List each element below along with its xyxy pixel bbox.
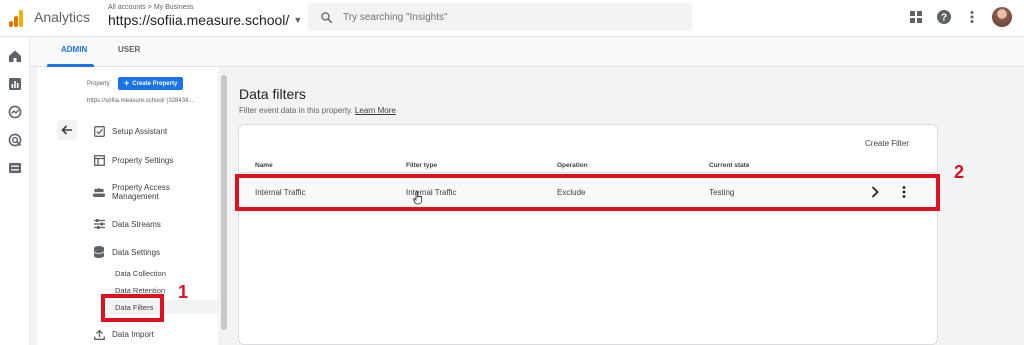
breadcrumb-business[interactable]: My Business: [154, 4, 194, 11]
caret-down-icon: ▼: [293, 15, 303, 25]
create-property-label: Create Property: [132, 80, 178, 87]
tab-user[interactable]: USER: [118, 45, 140, 54]
breadcrumb-account[interactable]: All accounts: [108, 4, 146, 11]
column-header-operation: Operation: [557, 162, 588, 169]
tab-admin[interactable]: ADMIN: [61, 45, 87, 54]
nav-label: Setup Assistant: [112, 126, 168, 136]
database-icon: [93, 246, 105, 258]
page-title: Data filters: [239, 86, 306, 102]
left-nav-rail: [0, 37, 30, 345]
nav-label: Data Settings: [112, 247, 161, 257]
nav-label: Data Import: [112, 329, 154, 339]
table-divider: [239, 172, 937, 173]
header-actions: ?: [908, 7, 1012, 27]
learn-more-link[interactable]: Learn More: [355, 106, 396, 115]
property-switcher[interactable]: https://sofiia.measure.school/ ▼: [108, 12, 302, 28]
nav-setup-assistant[interactable]: Setup Assistant: [93, 125, 167, 137]
home-icon[interactable]: [8, 49, 22, 63]
page-subtitle: Filter event data in this property. Lear…: [239, 106, 396, 115]
highlight-box-data-filters: [101, 294, 164, 322]
more-vert-icon[interactable]: [964, 9, 980, 25]
breadcrumb-separator: >: [147, 4, 152, 11]
nav-label: Property Access Management: [112, 183, 170, 201]
analytics-logo-icon[interactable]: [9, 9, 23, 27]
apps-icon[interactable]: [908, 9, 924, 25]
column-header-filter-type: Filter type: [406, 162, 438, 169]
property-switcher-label: https://sofiia.measure.school/: [108, 12, 290, 28]
checkbox-icon: [93, 125, 105, 137]
highlight-box-filter-row: [235, 174, 940, 211]
annotation-marker-2: 2: [954, 162, 965, 182]
property-label: Property: [87, 81, 110, 87]
admin-tabs: ADMIN USER: [30, 37, 1024, 67]
subtitle-text: Filter event data in this property.: [239, 106, 353, 115]
top-app-bar: Analytics All accounts > My Business https…: [0, 0, 1024, 37]
create-filter-button[interactable]: Create Filter: [865, 139, 909, 148]
reports-icon[interactable]: [8, 77, 22, 91]
data-filters-card: [238, 124, 938, 345]
app-name: Analytics: [34, 9, 91, 25]
admin-panel-scrollbar[interactable]: [221, 75, 227, 330]
avatar[interactable]: [992, 7, 1012, 27]
configure-icon[interactable]: [8, 161, 22, 175]
explore-icon[interactable]: [8, 105, 22, 119]
upload-icon: [93, 328, 105, 340]
annotation-marker-1: 1: [178, 282, 189, 302]
nav-label: Property Settings: [112, 155, 174, 165]
search-input[interactable]: [343, 11, 683, 23]
search-bar[interactable]: [308, 3, 692, 31]
nav-data-streams[interactable]: Data Streams: [93, 218, 161, 230]
back-button[interactable]: [57, 120, 77, 140]
nav-data-settings[interactable]: Data Settings: [93, 246, 160, 258]
nav-property-settings[interactable]: Property Settings: [93, 154, 173, 166]
nav-data-import[interactable]: Data Import: [93, 328, 154, 340]
help-icon[interactable]: ?: [936, 9, 952, 25]
advertising-icon[interactable]: [8, 133, 22, 147]
sub-item-data-collection[interactable]: Data Collection: [115, 269, 166, 278]
column-header-current-state: Current state: [709, 162, 750, 169]
arrow-back-icon: [61, 125, 72, 135]
property-url: https://sofiia.measure.school/ (328434..…: [87, 98, 194, 104]
breadcrumb: All accounts > My Business: [108, 4, 194, 11]
nav-label: Data Streams: [112, 219, 161, 229]
people-icon: [93, 186, 105, 198]
create-property-button[interactable]: + Create Property: [118, 77, 184, 90]
plus-icon: +: [124, 78, 130, 88]
column-header-name: Name: [255, 162, 273, 169]
nav-property-access-management[interactable]: Property Access Management: [93, 183, 178, 201]
streams-icon: [93, 218, 105, 230]
settings-window-icon: [93, 154, 105, 166]
svg-text:?: ?: [941, 13, 947, 24]
search-icon: [321, 11, 333, 23]
